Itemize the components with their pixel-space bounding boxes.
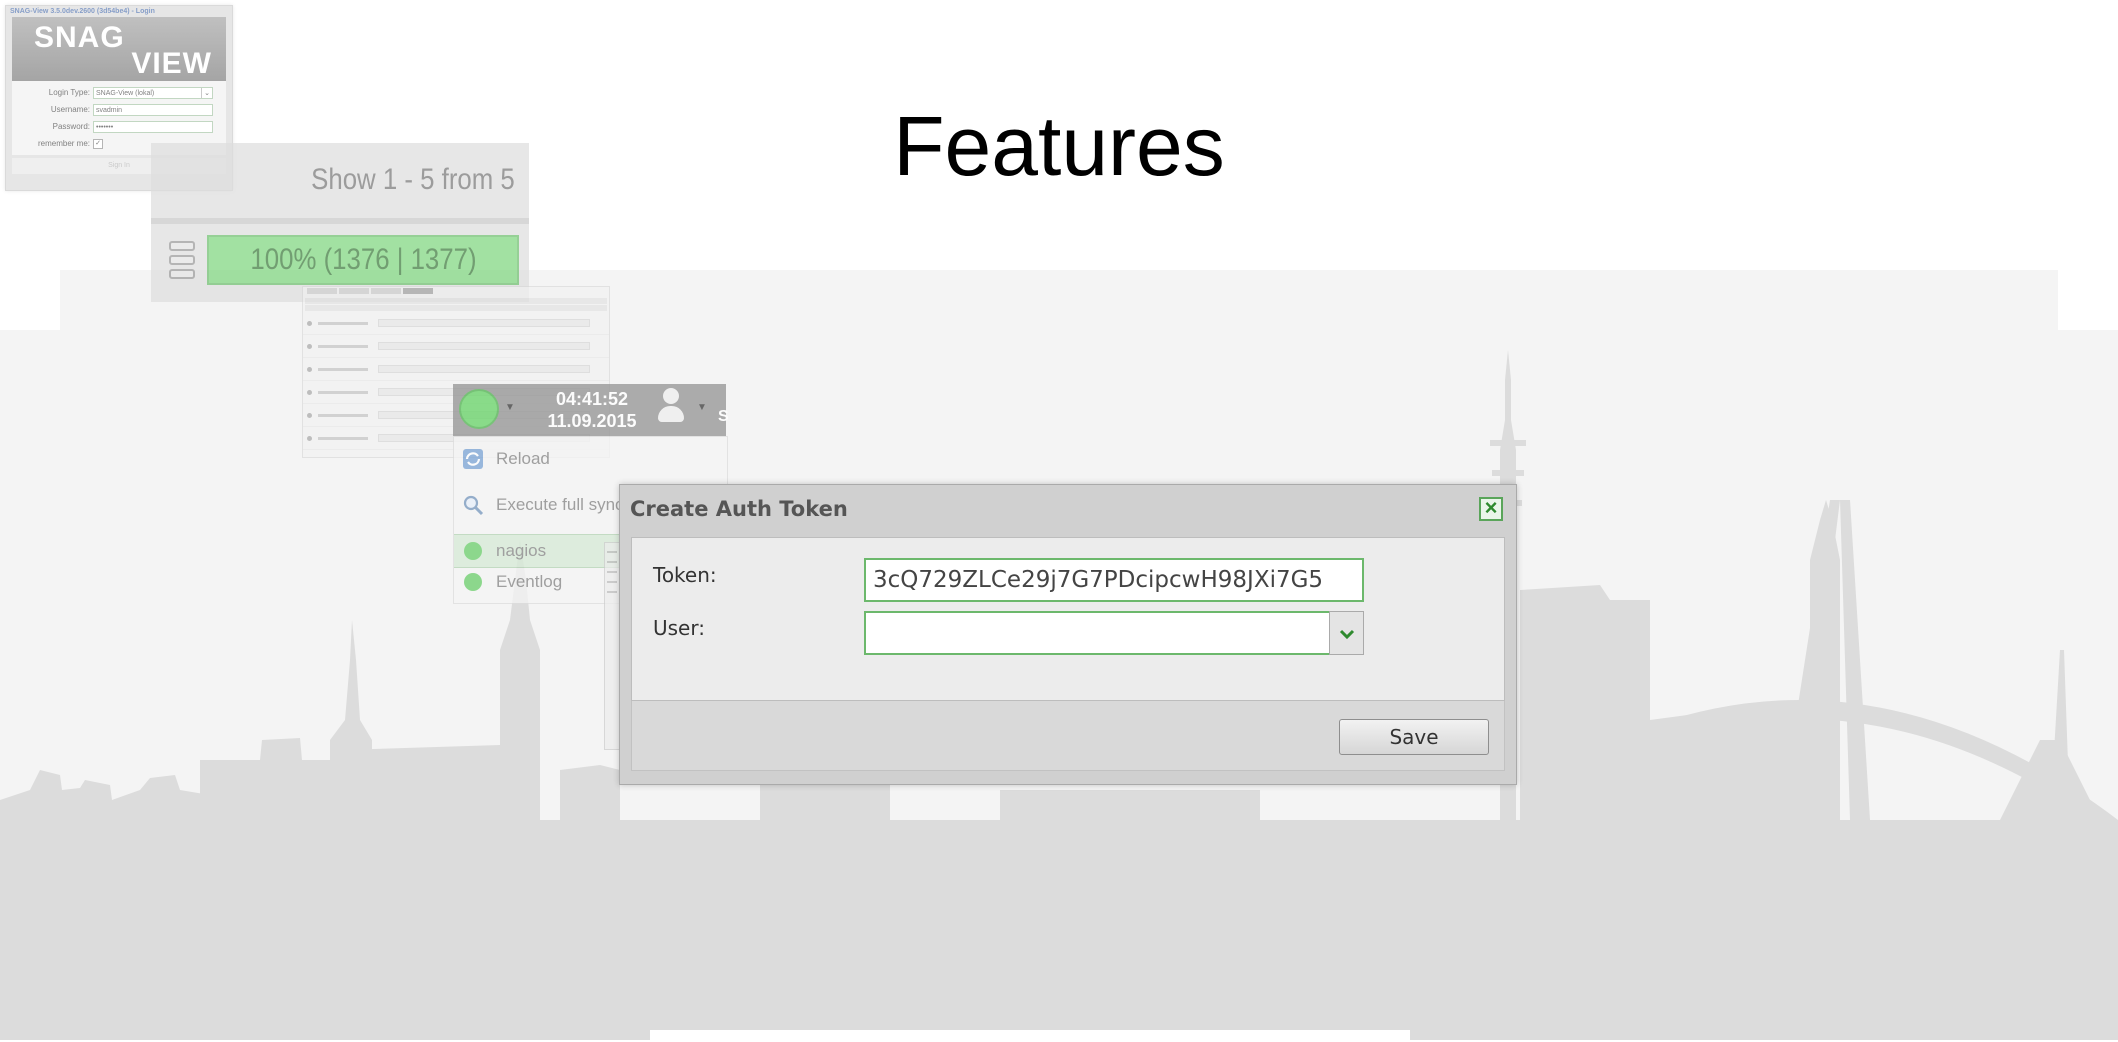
save-button[interactable]: Save	[1339, 719, 1489, 755]
divider	[151, 218, 529, 224]
logo-line2: VIEW	[131, 47, 212, 80]
remember-me-checkbox[interactable]: ✓	[93, 138, 103, 149]
menu-item-label: Execute full synch	[496, 495, 634, 514]
close-icon[interactable]: ×	[1479, 497, 1503, 521]
caret-down-icon[interactable]: ▼	[505, 402, 515, 413]
login-type-label: Login Type:	[48, 88, 90, 97]
user-avatar-icon[interactable]	[658, 388, 684, 430]
form-row	[303, 312, 609, 335]
password-label: Password:	[52, 122, 90, 131]
dialog-footer: Save	[631, 701, 1505, 771]
username-field[interactable]: svadmin	[93, 103, 213, 116]
form-subtabs	[305, 305, 607, 311]
chevron-down-icon[interactable]: ⌄	[201, 87, 212, 98]
username-label: Username:	[50, 105, 90, 114]
dialog-body: Token: User:	[631, 537, 1505, 701]
user-select[interactable]	[864, 611, 1331, 655]
password-field[interactable]: •••••••	[93, 120, 213, 133]
token-label: Token:	[653, 563, 717, 587]
remember-me-label: remember me:	[37, 139, 90, 148]
hamburger-menu-icon[interactable]	[169, 241, 195, 283]
clock-time: 04:41:52	[555, 389, 629, 409]
chevron-down-icon[interactable]	[1329, 611, 1364, 655]
app-header-screenshot: ▼ 04:41:52 11.09.2015 ▼ S	[453, 384, 729, 436]
dialog-title: Create Auth Token	[630, 497, 848, 521]
progress-text: 100% (1376 | 1377)	[249, 243, 477, 276]
token-field[interactable]	[864, 558, 1364, 602]
login-window-title: SNAG-View 3.5.0dev.2600 (3d54be4) - Logi…	[10, 8, 155, 15]
user-label: User:	[653, 616, 705, 640]
form-tabs	[303, 287, 609, 297]
form-row	[303, 335, 609, 358]
menu-item-label: Eventlog	[496, 572, 563, 591]
side-panel-screenshot	[604, 542, 620, 750]
logo-line1: SNAG	[34, 21, 125, 54]
status-ok-icon	[464, 573, 482, 591]
clock-date: 11.09.2015	[547, 411, 637, 431]
menu-item-label: nagios	[496, 541, 547, 560]
pager-text: Show 1 - 5 from 5	[311, 163, 515, 196]
login-type-value: SNAG-View (lokal)	[96, 89, 155, 97]
search-icon	[463, 495, 484, 516]
status-indicator[interactable]	[459, 389, 499, 429]
caret-down-icon[interactable]: ▼	[697, 402, 707, 413]
login-type-select[interactable]: SNAG-View (lokal) ⌄	[93, 86, 213, 99]
form-row	[303, 358, 609, 381]
reload-icon	[463, 449, 483, 469]
status-ok-icon	[464, 542, 482, 560]
progress-bar: 100% (1376 | 1377)	[207, 235, 519, 285]
user-initial: S	[718, 408, 729, 425]
menu-item-reload[interactable]: Reload	[454, 443, 727, 475]
clock: 04:41:52 11.09.2015	[537, 388, 647, 432]
pager-panel-screenshot: Show 1 - 5 from 5 100% (1376 | 1377)	[151, 143, 529, 302]
create-auth-token-dialog: Create Auth Token × Token: User: Save	[619, 484, 1517, 785]
snag-view-logo: SNAG VIEW	[12, 17, 226, 81]
menu-item-label: Reload	[496, 449, 550, 468]
form-toolbar	[305, 298, 607, 304]
